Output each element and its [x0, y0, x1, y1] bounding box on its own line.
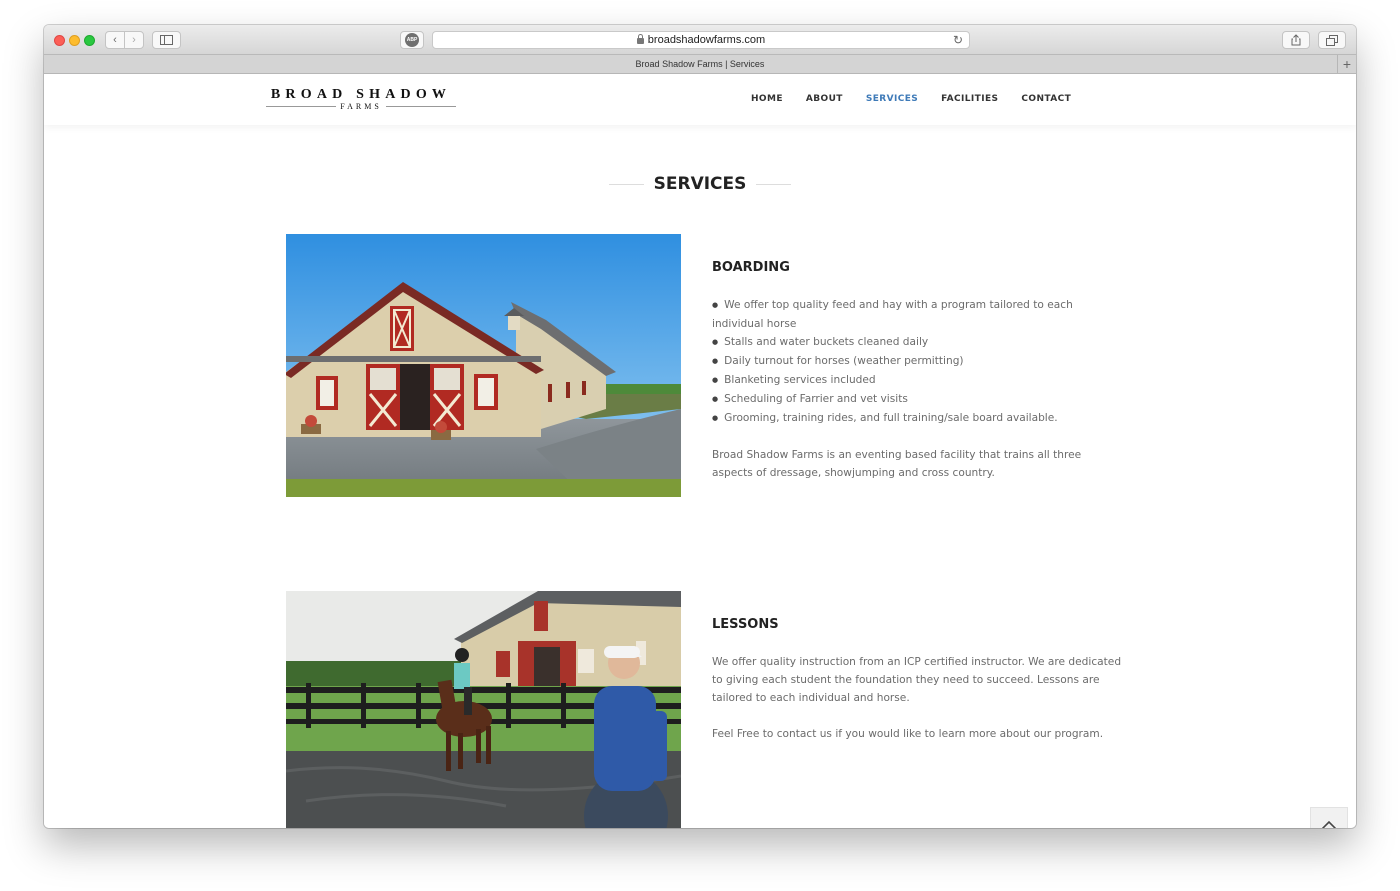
close-window-button[interactable]: [54, 35, 65, 46]
reload-icon[interactable]: ↻: [953, 33, 963, 47]
nav-facilities[interactable]: FACILITIES: [941, 94, 998, 104]
sidebar-icon: [160, 35, 173, 45]
sidebar-toggle-button[interactable]: [152, 31, 181, 49]
logo-rule-left: [266, 106, 337, 107]
nav-services[interactable]: SERVICES: [866, 94, 918, 104]
logo-wordmark: BROAD SHADOW: [270, 87, 452, 102]
list-item: Grooming, training rides, and full train…: [712, 409, 1124, 428]
main-nav: HOME ABOUT SERVICES FACILITIES CONTACT: [751, 94, 1094, 104]
list-item: Stalls and water buckets cleaned daily: [712, 333, 1124, 352]
list-item: Blanketing services included: [712, 371, 1124, 390]
tab-bar: Broad Shadow Farms | Services +: [44, 55, 1356, 74]
adblock-button[interactable]: ABP: [400, 31, 424, 49]
forward-button[interactable]: ›: [124, 31, 144, 49]
site-header: BROAD SHADOW FARMS HOME ABOUT SERVICES F…: [44, 74, 1356, 125]
scroll-to-top-button[interactable]: [1310, 807, 1348, 828]
logo-rule-right: [385, 106, 456, 107]
back-button[interactable]: ‹: [105, 31, 125, 49]
site-logo[interactable]: BROAD SHADOW FARMS: [266, 87, 456, 111]
nav-about[interactable]: ABOUT: [806, 94, 843, 104]
nav-contact[interactable]: CONTACT: [1021, 94, 1071, 104]
lessons-title: LESSONS: [712, 617, 779, 632]
share-icon: [1291, 34, 1301, 46]
heading-rule-right: [756, 183, 792, 185]
lesson-photo: [286, 591, 681, 828]
browser-toolbar: ‹ › ABP broadshadowfarms.com ↻: [44, 25, 1356, 55]
logo-subtitle: FARMS: [266, 102, 456, 111]
barn-photo: [286, 234, 681, 497]
share-button[interactable]: [1282, 31, 1310, 49]
browser-window: ‹ › ABP broadshadowfarms.com ↻ Broad Sha…: [44, 25, 1356, 828]
chevron-left-icon: ‹: [113, 34, 117, 46]
adblock-icon: ABP: [405, 33, 419, 47]
chevron-up-icon: [1321, 820, 1337, 828]
list-item: Daily turnout for horses (weather permit…: [712, 352, 1124, 371]
minimize-window-button[interactable]: [69, 35, 80, 46]
zoom-window-button[interactable]: [84, 35, 95, 46]
list-item: Scheduling of Farrier and vet visits: [712, 390, 1124, 409]
section-heading: SERVICES: [609, 174, 792, 194]
nav-home[interactable]: HOME: [751, 94, 783, 104]
boarding-paragraph: Broad Shadow Farms is an eventing based …: [712, 449, 1082, 479]
plus-icon: +: [1342, 56, 1352, 72]
url-text: broadshadowfarms.com: [647, 34, 766, 46]
boarding-description: We offer top quality feed and hay with a…: [712, 296, 1124, 482]
address-bar[interactable]: broadshadowfarms.com ↻: [432, 31, 970, 49]
lessons-paragraph-2: Feel Free to contact us if you would lik…: [712, 728, 1104, 740]
list-item: We offer top quality feed and hay with a…: [712, 296, 1124, 333]
lessons-description: We offer quality instruction from an ICP…: [712, 653, 1124, 743]
boarding-list: We offer top quality feed and hay with a…: [712, 296, 1124, 428]
web-page: BROAD SHADOW FARMS HOME ABOUT SERVICES F…: [44, 74, 1356, 828]
logo-subtitle-text: FARMS: [340, 102, 382, 111]
chevron-right-icon: ›: [132, 34, 136, 46]
show-tabs-button[interactable]: [1318, 31, 1346, 49]
page-title: SERVICES: [653, 174, 747, 194]
heading-rule-left: [609, 183, 644, 185]
tab-title[interactable]: Broad Shadow Farms | Services: [636, 59, 765, 69]
lessons-paragraph-1: We offer quality instruction from an ICP…: [712, 656, 1122, 704]
new-tab-button[interactable]: +: [1337, 55, 1356, 73]
boarding-title: BOARDING: [712, 260, 790, 275]
tabs-icon: [1326, 34, 1338, 46]
lock-icon: [636, 34, 644, 44]
